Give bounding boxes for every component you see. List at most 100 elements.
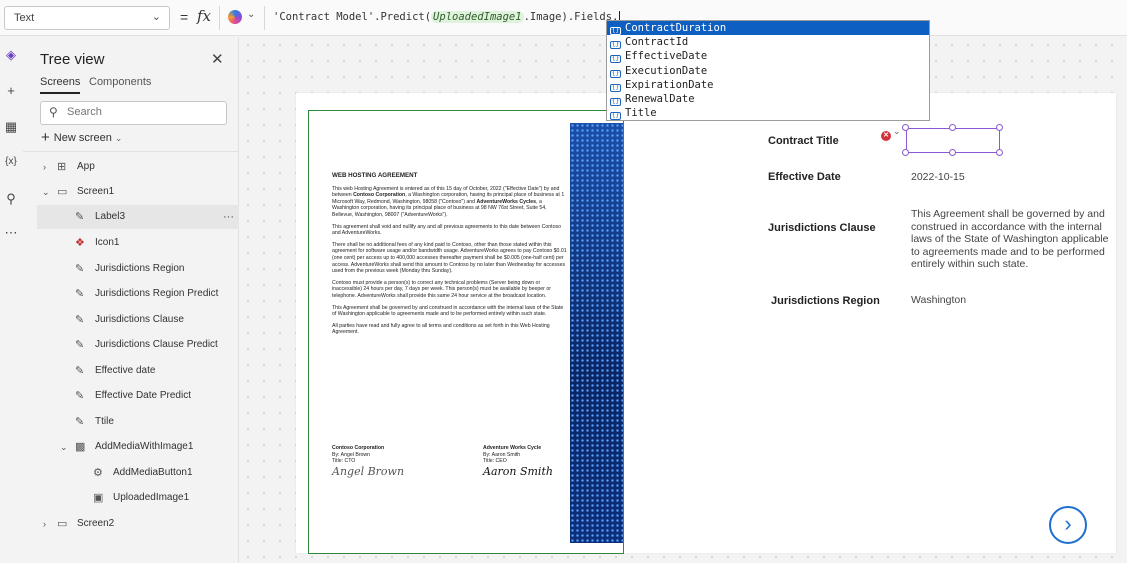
chevron-right-icon[interactable]: › xyxy=(43,155,46,179)
effective-date-value: 2022-10-15 xyxy=(911,171,965,183)
label-icon: ✎ xyxy=(75,314,85,326)
search-icon[interactable]: ⚲ xyxy=(3,191,19,207)
screen-icon: ▭ xyxy=(57,518,68,530)
next-arrow-icon[interactable]: › xyxy=(1049,506,1087,544)
document-paragraph: There shall be no additional fees of any… xyxy=(332,241,567,275)
document-title: WEB HOSTING AGREEMENT xyxy=(332,172,418,179)
field-icon: {} xyxy=(610,55,621,64)
label-icon: ✎ xyxy=(75,339,85,351)
field-icon: {} xyxy=(610,69,621,78)
label-icon: ✎ xyxy=(75,390,85,402)
left-rail: ◈ + ▦ {x} ⚲ ⋯ xyxy=(0,37,22,563)
tab-components[interactable]: Components xyxy=(89,76,151,88)
plus-icon: + xyxy=(41,129,50,146)
autocomplete-item[interactable]: {} RenewalDate xyxy=(607,92,929,106)
resize-handle[interactable] xyxy=(949,124,956,131)
jurisdictions-region-value: Washington xyxy=(911,294,967,306)
formula-prefix: 'Contract Model'.Predict( xyxy=(273,11,432,23)
label-icon: ✎ xyxy=(75,211,85,223)
document-paragraph: This Agreement shall be governed by and … xyxy=(332,304,564,318)
tree-view-panel: Tree view ✕ Screens Components ⚲ +New sc… xyxy=(23,37,239,563)
autocomplete-item[interactable]: {} EffectiveDate xyxy=(607,49,929,64)
resize-handle[interactable] xyxy=(902,124,909,131)
signature-block-right: Adventure Works Cycle By: Aaron Smith Ti… xyxy=(483,445,553,478)
chevron-down-icon[interactable]: ⌄ xyxy=(42,180,50,204)
decorative-image xyxy=(570,123,623,543)
chevron-down-icon[interactable]: ⌄ xyxy=(60,435,68,459)
error-icon[interactable]: ✕ xyxy=(881,131,891,141)
data-icon[interactable]: ▦ xyxy=(3,119,19,135)
close-icon[interactable]: ✕ xyxy=(211,50,224,68)
app-icon: ⊞ xyxy=(57,161,67,173)
variables-icon[interactable]: {x} xyxy=(3,154,19,170)
autocomplete-list: {} ContractDuration {} ContractId {} Effect… xyxy=(606,20,930,121)
jurisdictions-clause-label: Jurisdictions Clause xyxy=(768,222,876,234)
divider xyxy=(23,151,239,152)
chevron-down-icon: ⌄ xyxy=(151,11,161,23)
property-dropdown[interactable]: Text ⌄ xyxy=(4,6,170,30)
chevron-down-icon[interactable]: ⌄ xyxy=(893,126,901,137)
label-icon: ✎ xyxy=(75,288,85,300)
formula-bar: Text ⌄ = fx ⌄ 'Contract Model'.Predict(U… xyxy=(0,0,1127,36)
autocomplete-item[interactable]: {} ExpirationDate xyxy=(607,78,929,92)
resize-handle[interactable] xyxy=(996,149,1003,156)
autocomplete-item[interactable]: {} ContractId xyxy=(607,35,929,50)
autocomplete-item[interactable]: {} Title xyxy=(607,106,929,121)
field-icon: {} xyxy=(610,83,621,92)
contract-title-label: Contract Title xyxy=(768,135,839,147)
tree-item-addmediabutton1[interactable]: ⚙ AddMediaButton1 xyxy=(23,461,239,485)
document-paragraph: This web Hosting Agreement is entered as… xyxy=(332,185,565,218)
search-box[interactable]: ⚲ xyxy=(40,101,227,125)
tree-item-effective-date[interactable]: ✎ Effective date xyxy=(23,359,239,383)
tree-item-screen2[interactable]: › ▭ Screen2 xyxy=(23,512,239,536)
fx-icon: fx xyxy=(197,7,212,25)
tree-item-label3[interactable]: ✎ Label3 ··· xyxy=(37,205,239,229)
resize-handle[interactable] xyxy=(996,124,1003,131)
tree-item-uploadedimage1[interactable]: ▣ UploadedImage1 xyxy=(23,486,239,510)
autocomplete-item[interactable]: {} ContractDuration xyxy=(607,21,929,36)
jurisdictions-clause-value: This Agreement shall be governed by and … xyxy=(911,208,1109,270)
copilot-button[interactable]: ⌄ xyxy=(219,6,261,30)
screen-icon: ▭ xyxy=(57,186,68,198)
tree-item-jurisdictions-region[interactable]: ✎ Jurisdictions Region xyxy=(23,257,239,281)
tree-item-title[interactable]: ✎ Ttile xyxy=(23,410,239,434)
tree-item-jurisdictions-region-predict[interactable]: ✎ Jurisdictions Region Predict xyxy=(23,282,239,306)
field-icon: {} xyxy=(610,27,621,35)
resize-handle[interactable] xyxy=(949,149,956,156)
label-icon: ✎ xyxy=(75,365,85,377)
signature: Angel Brown xyxy=(332,464,405,478)
document-paragraph: Contoso must provide a person(s) to corr… xyxy=(332,279,551,299)
tree-item-effective-date-predict[interactable]: ✎ Effective Date Predict xyxy=(23,384,239,408)
tree-item-icon1[interactable]: ❖ Icon1 xyxy=(23,231,239,255)
document-body: WEB HOSTING AGREEMENT This web Hosting A… xyxy=(332,172,568,341)
field-icon: {} xyxy=(610,112,621,121)
uploaded-image[interactable]: WEB HOSTING AGREEMENT This web Hosting A… xyxy=(308,110,624,554)
copilot-icon xyxy=(228,10,242,24)
more-icon[interactable]: ⋯ xyxy=(3,225,19,241)
field-icon: {} xyxy=(610,97,621,106)
panel-title: Tree view xyxy=(40,51,105,68)
insert-icon[interactable]: + xyxy=(3,83,19,99)
resize-handle[interactable] xyxy=(902,149,909,156)
equals-sign: = xyxy=(180,9,189,25)
property-name: Text xyxy=(14,12,35,24)
group-icon: ▩ xyxy=(75,441,86,453)
tree-item-jurisdictions-clause[interactable]: ✎ Jurisdictions Clause xyxy=(23,308,239,332)
image-icon: ▣ xyxy=(93,492,104,504)
effective-date-label: Effective Date xyxy=(768,171,841,183)
layers-icon[interactable]: ◈ xyxy=(3,47,19,63)
document-paragraph: All parties have read and fully agree to… xyxy=(332,322,550,336)
tree-item-jurisdictions-clause-predict[interactable]: ✎ Jurisdictions Clause Predict xyxy=(23,333,239,357)
autocomplete-item[interactable]: {} ExecutionDate xyxy=(607,64,929,78)
new-screen-button[interactable]: + New screen ⌄ xyxy=(41,129,122,146)
tree-item-screen1[interactable]: ⌄ ▭ Screen1 xyxy=(23,180,239,204)
tree-item-app[interactable]: › ⊞ App xyxy=(23,155,239,179)
chevron-down-icon: ⌄ xyxy=(114,133,123,143)
search-input[interactable] xyxy=(67,106,217,118)
chevron-right-icon[interactable]: › xyxy=(43,512,46,536)
tab-screens[interactable]: Screens xyxy=(40,76,81,94)
signature: Aaron Smith xyxy=(483,464,553,478)
more-options-icon[interactable]: ··· xyxy=(223,205,234,229)
tree-item-addmediawithimage1[interactable]: ⌄ ▩ AddMediaWithImage1 xyxy=(23,435,239,459)
document-paragraph: This agreement shall void and nullify an… xyxy=(332,223,561,237)
